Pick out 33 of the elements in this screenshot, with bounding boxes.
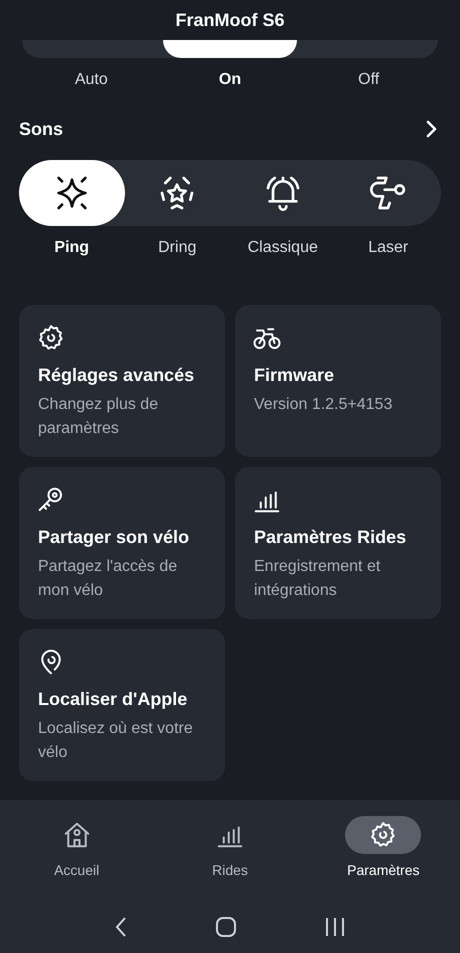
house-icon bbox=[62, 820, 92, 850]
settings-card[interactable]: Réglages avancés Changez plus de paramètres bbox=[19, 305, 225, 457]
back-icon[interactable] bbox=[114, 916, 128, 938]
mode-label[interactable]: Off bbox=[358, 68, 380, 92]
settings-card[interactable]: Paramètres Rides Enregistrement et intégrations bbox=[235, 467, 441, 619]
card-title: Firmware bbox=[254, 364, 336, 387]
mode-label[interactable]: On bbox=[218, 68, 242, 92]
sound-label: Laser bbox=[368, 238, 408, 258]
selected-mode-indicator[interactable] bbox=[162, 40, 298, 58]
settings-card[interactable]: Firmware Version 1.2.5+4153 bbox=[235, 305, 441, 457]
screen-title: FranMoof S6 bbox=[175, 8, 284, 32]
card-description: Localisez où est votre vélo bbox=[38, 719, 194, 763]
recent-apps-icon[interactable] bbox=[324, 916, 346, 938]
nav-tab[interactable]: Rides bbox=[153, 816, 307, 900]
sound-label: Ping bbox=[54, 238, 90, 258]
settings-card[interactable]: Partager son vélo Partagez l'accès de mon vélo bbox=[19, 467, 225, 619]
card-title: Localiser d'Apple bbox=[38, 688, 188, 711]
card-title: Réglages avancés bbox=[38, 364, 196, 387]
card-title: Paramètres Rides bbox=[254, 526, 408, 549]
nav-tab[interactable]: Accueil bbox=[0, 816, 154, 900]
home-icon[interactable] bbox=[214, 916, 237, 938]
sound-label: Classique bbox=[248, 238, 318, 258]
card-description: Changez plus de paramètres bbox=[38, 395, 160, 439]
sound-label: Dring bbox=[158, 238, 196, 258]
nav-tab[interactable]: Paramètres bbox=[306, 816, 460, 900]
card-description: Enregistrement et intégrations bbox=[254, 557, 382, 601]
card-description: Version 1.2.5+4153 bbox=[254, 395, 394, 415]
card-description: Partagez l'accès de mon vélo bbox=[38, 557, 178, 601]
card-title: Partager son vélo bbox=[38, 526, 190, 549]
chevron-right-icon[interactable] bbox=[426, 120, 438, 138]
settings-card[interactable]: Localiser d'Apple Localisez où est votre vélo bbox=[19, 629, 225, 781]
mode-label[interactable]: Auto bbox=[74, 68, 108, 92]
section-title: Sons bbox=[19, 118, 64, 140]
